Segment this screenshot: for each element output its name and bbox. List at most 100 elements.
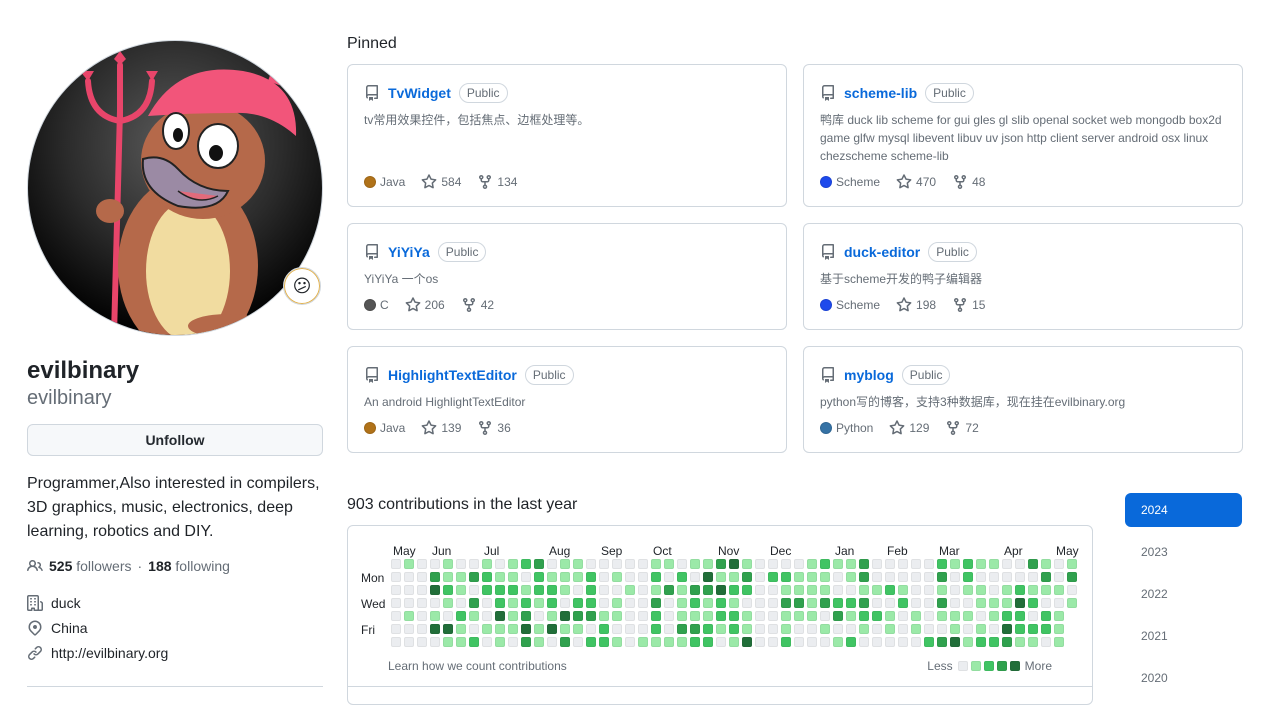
repo-forks-link[interactable]: 36 [477,420,511,436]
contribution-day-cell[interactable] [846,611,856,621]
contribution-day-cell[interactable] [573,624,583,634]
contribution-day-cell[interactable] [885,624,895,634]
contribution-day-cell[interactable] [690,572,700,582]
contribution-day-cell[interactable] [482,637,492,647]
contribution-day-cell[interactable] [963,572,973,582]
contribution-day-cell[interactable] [664,624,674,634]
contribution-day-cell[interactable] [664,637,674,647]
contribution-day-cell[interactable] [989,559,999,569]
contribution-day-cell[interactable] [404,572,414,582]
contribution-day-cell[interactable] [599,572,609,582]
contribution-day-cell[interactable] [807,572,817,582]
contribution-day-cell[interactable] [885,637,895,647]
year-button-2023[interactable]: 2023 [1125,535,1242,569]
contribution-day-cell[interactable] [1028,559,1038,569]
contribution-day-cell[interactable] [664,611,674,621]
contribution-day-cell[interactable] [469,637,479,647]
contribution-day-cell[interactable] [651,598,661,608]
contribution-day-cell[interactable] [612,611,622,621]
contribution-day-cell[interactable] [482,559,492,569]
contribution-day-cell[interactable] [664,598,674,608]
contribution-day-cell[interactable] [872,624,882,634]
contribution-day-cell[interactable] [703,624,713,634]
repo-stars-link[interactable]: 470 [896,174,936,190]
contribution-day-cell[interactable] [1041,572,1051,582]
contribution-day-cell[interactable] [456,585,466,595]
contribution-day-cell[interactable] [508,611,518,621]
contribution-day-cell[interactable] [989,611,999,621]
contribution-day-cell[interactable] [742,572,752,582]
learn-contributions-link[interactable]: Learn how we count contributions [388,659,567,673]
contribution-day-cell[interactable] [989,598,999,608]
contribution-day-cell[interactable] [638,611,648,621]
contribution-day-cell[interactable] [1067,559,1077,569]
contribution-day-cell[interactable] [482,611,492,621]
contribution-day-cell[interactable] [833,611,843,621]
contribution-day-cell[interactable] [872,572,882,582]
contribution-day-cell[interactable] [625,585,635,595]
contribution-day-cell[interactable] [391,611,401,621]
contribution-day-cell[interactable] [872,585,882,595]
contribution-day-cell[interactable] [924,598,934,608]
contribution-day-cell[interactable] [924,559,934,569]
contribution-day-cell[interactable] [924,572,934,582]
contribution-day-cell[interactable] [456,572,466,582]
contribution-day-cell[interactable] [937,585,947,595]
contribution-day-cell[interactable] [586,624,596,634]
contribution-day-cell[interactable] [898,585,908,595]
contribution-day-cell[interactable] [898,637,908,647]
contribution-day-cell[interactable] [391,559,401,569]
contribution-day-cell[interactable] [872,559,882,569]
contribution-day-cell[interactable] [495,624,505,634]
contribution-day-cell[interactable] [885,585,895,595]
contribution-day-cell[interactable] [755,637,765,647]
contribution-day-cell[interactable] [742,624,752,634]
contribution-day-cell[interactable] [586,598,596,608]
contribution-day-cell[interactable] [651,624,661,634]
contribution-day-cell[interactable] [1041,559,1051,569]
followers-link[interactable]: 525 followers [49,558,132,574]
contribution-day-cell[interactable] [1041,611,1051,621]
contribution-day-cell[interactable] [417,559,427,569]
contribution-day-cell[interactable] [976,559,986,569]
contribution-day-cell[interactable] [742,585,752,595]
contribution-day-cell[interactable] [911,585,921,595]
contribution-day-cell[interactable] [885,559,895,569]
contribution-day-cell[interactable] [586,585,596,595]
contribution-day-cell[interactable] [430,611,440,621]
contribution-day-cell[interactable] [1067,598,1077,608]
contribution-day-cell[interactable] [482,572,492,582]
contribution-day-cell[interactable] [924,637,934,647]
contribution-day-cell[interactable] [508,572,518,582]
contribution-day-cell[interactable] [716,637,726,647]
contribution-day-cell[interactable] [833,637,843,647]
contribution-day-cell[interactable] [599,624,609,634]
contribution-day-cell[interactable] [911,572,921,582]
contribution-day-cell[interactable] [521,637,531,647]
contribution-day-cell[interactable] [976,611,986,621]
contribution-day-cell[interactable] [755,585,765,595]
contribution-day-cell[interactable] [1054,637,1064,647]
contribution-day-cell[interactable] [677,637,687,647]
contribution-day-cell[interactable] [560,624,570,634]
contribution-day-cell[interactable] [703,637,713,647]
contribution-day-cell[interactable] [417,598,427,608]
contribution-day-cell[interactable] [573,572,583,582]
contribution-day-cell[interactable] [547,559,557,569]
contribution-day-cell[interactable] [846,572,856,582]
contribution-day-cell[interactable] [1067,572,1077,582]
year-button-2024[interactable]: 2024 [1125,493,1242,527]
contribution-day-cell[interactable] [1015,637,1025,647]
contribution-day-cell[interactable] [729,611,739,621]
contribution-day-cell[interactable] [560,585,570,595]
contribution-day-cell[interactable] [690,637,700,647]
contribution-day-cell[interactable] [443,637,453,647]
contribution-day-cell[interactable] [794,598,804,608]
contribution-day-cell[interactable] [807,598,817,608]
contribution-day-cell[interactable] [677,585,687,595]
contribution-day-cell[interactable] [846,624,856,634]
contribution-day-cell[interactable] [963,598,973,608]
contribution-day-cell[interactable] [820,559,830,569]
contribution-day-cell[interactable] [391,585,401,595]
contribution-day-cell[interactable] [859,637,869,647]
